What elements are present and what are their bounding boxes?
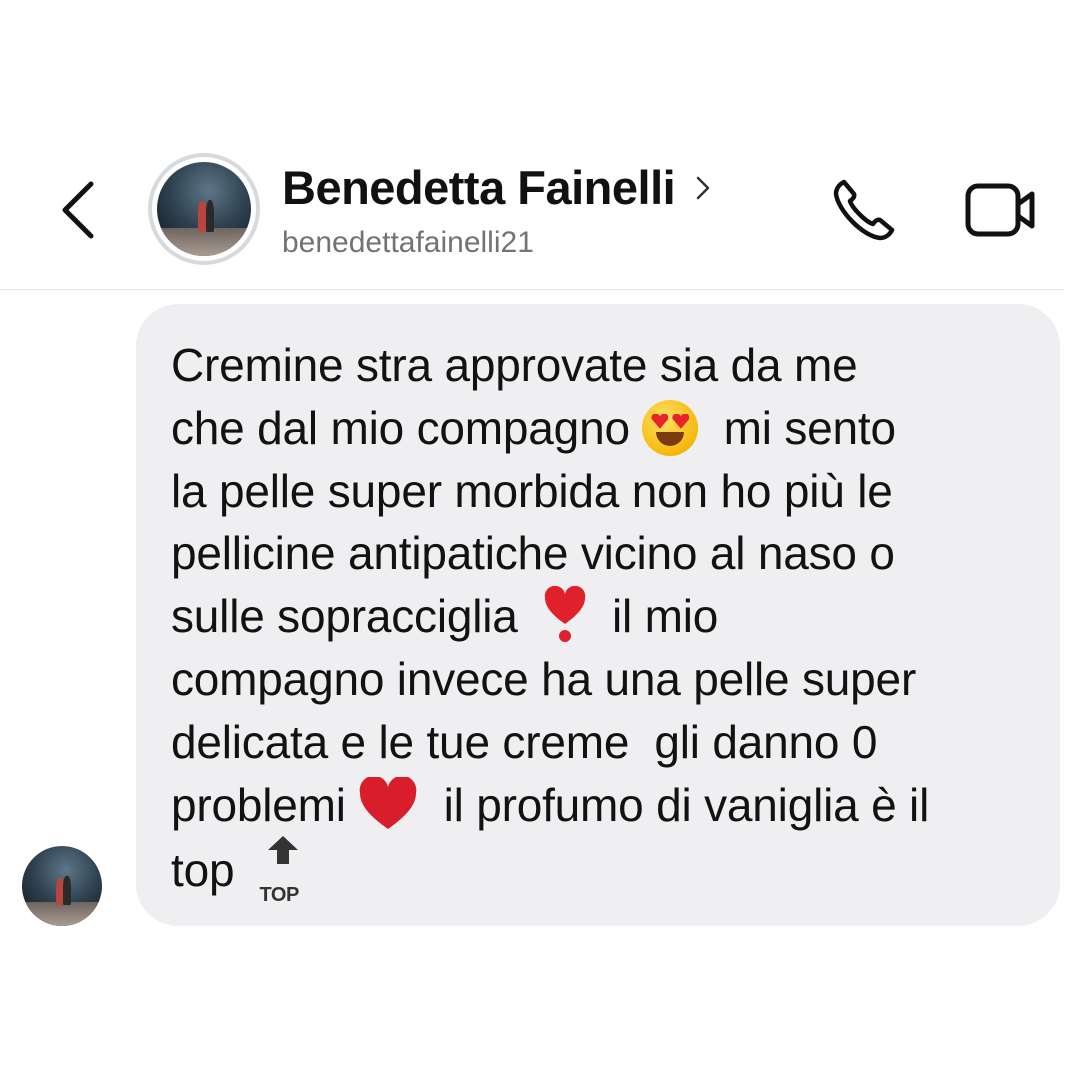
contact-avatar[interactable] xyxy=(148,153,260,265)
chat-header: Benedetta Fainelli benedettafainelli21 xyxy=(0,0,1080,290)
video-camera-icon[interactable] xyxy=(964,180,1038,240)
contact-username: benedettafainelli21 xyxy=(282,226,534,259)
message-text: Cremine stra approvate sia da me che dal… xyxy=(171,339,930,907)
header-divider xyxy=(0,289,1064,290)
heart-eyes-emoji-icon xyxy=(642,399,699,456)
red-heart-emoji-icon xyxy=(360,776,417,829)
contact-name-row[interactable]: Benedetta Fainelli xyxy=(282,160,711,215)
top-arrow-emoji-icon: TOP xyxy=(260,836,306,906)
back-chevron-icon[interactable] xyxy=(55,178,105,242)
message-bubble[interactable]: Cremine stra approvate sia da me che dal… xyxy=(136,304,1060,926)
sender-avatar[interactable] xyxy=(22,846,102,926)
heart-exclamation-emoji-icon xyxy=(543,586,587,643)
phone-icon[interactable] xyxy=(830,176,898,244)
chevron-right-icon[interactable] xyxy=(695,174,711,202)
contact-name[interactable]: Benedetta Fainelli xyxy=(282,160,676,215)
avatar-photo xyxy=(157,162,251,256)
